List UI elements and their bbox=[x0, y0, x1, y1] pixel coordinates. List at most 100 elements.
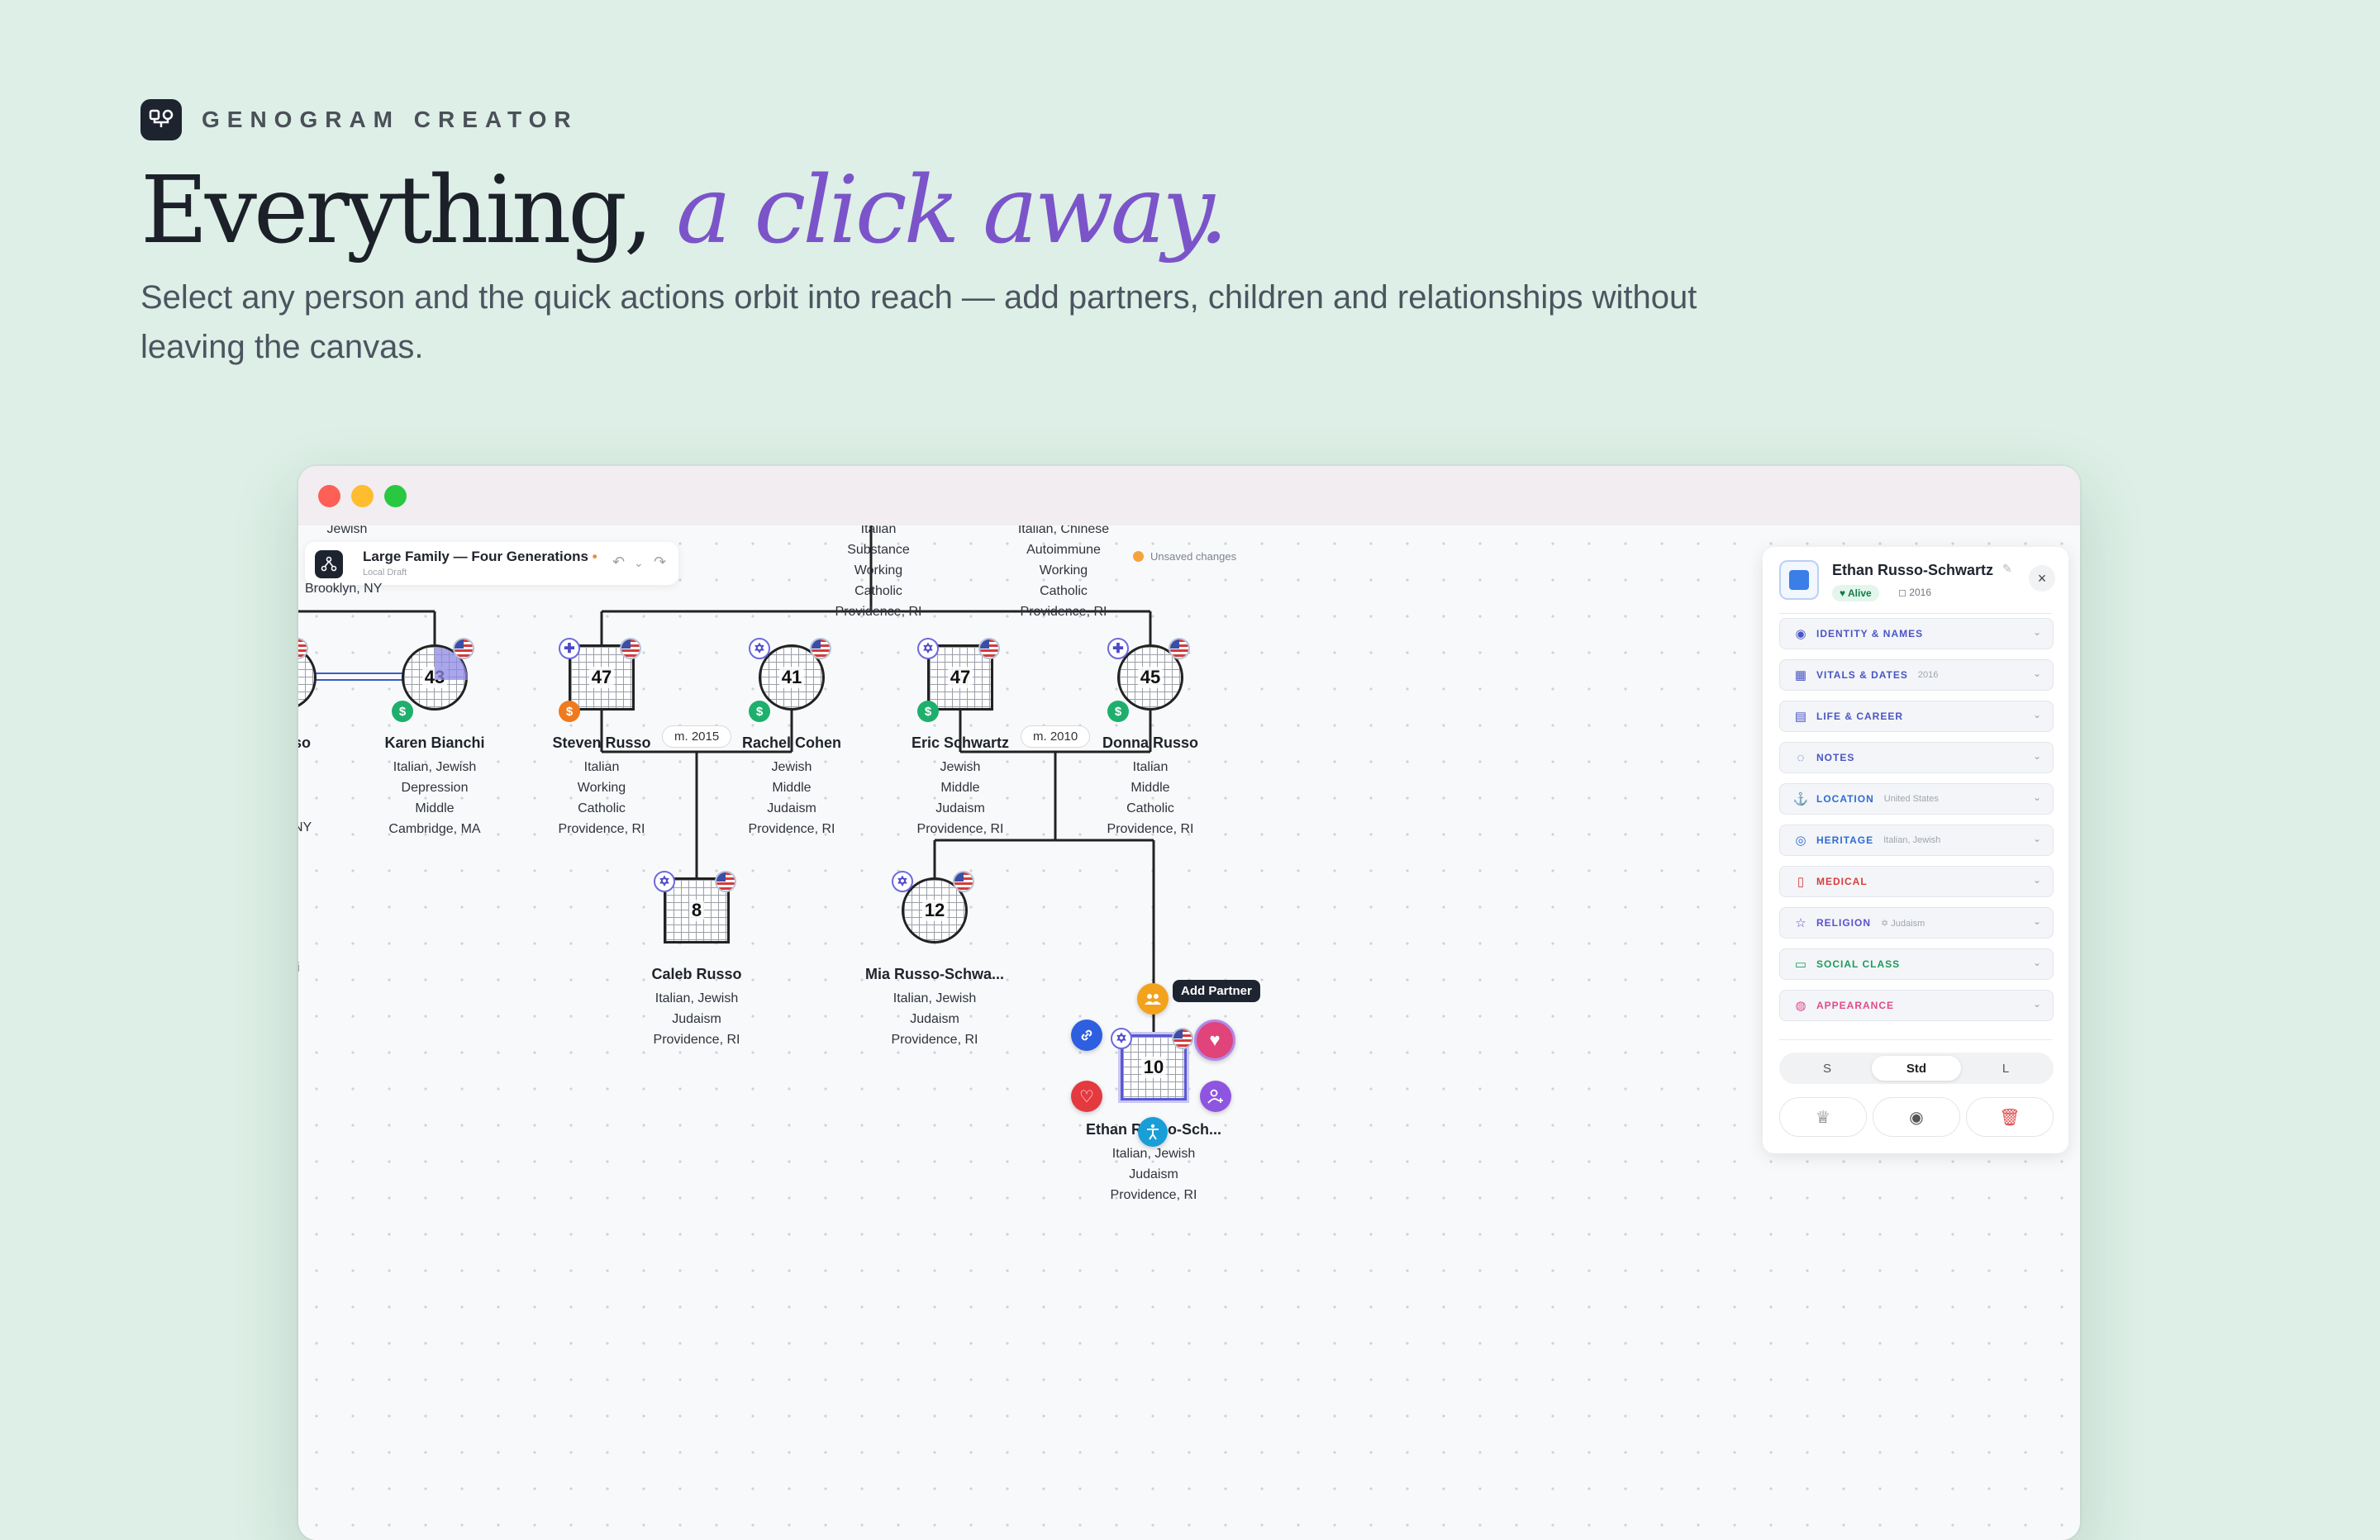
section-identity-names[interactable]: ◉ IDENTITY & NAMES ⌄ bbox=[1779, 618, 2054, 649]
divider bbox=[1779, 613, 2052, 614]
close-panel-button[interactable]: × bbox=[2029, 565, 2055, 592]
alive-status-badge: ♥ Alive bbox=[1832, 585, 1879, 601]
add-sibling-button[interactable] bbox=[1200, 1081, 1231, 1112]
age-label: 47 bbox=[947, 667, 973, 688]
age-label: 45 bbox=[1137, 667, 1164, 688]
cross-icon: ✚ bbox=[559, 638, 580, 659]
edit-pencil-icon[interactable]: ✎ bbox=[2002, 562, 2012, 576]
headline: Everything, a click away. bbox=[140, 157, 1228, 264]
wallet-icon: ▭ bbox=[1794, 958, 1807, 972]
star-of-david-icon: ✡ bbox=[654, 871, 675, 892]
section-medical[interactable]: ▯ MEDICAL ⌄ bbox=[1779, 866, 2054, 897]
genogram-canvas[interactable]: Large Family — Four Generations • Local … bbox=[298, 525, 2080, 1540]
accessibility-icon bbox=[1147, 1124, 1159, 1140]
section-life-career[interactable]: ▤ LIFE & CAREER ⌄ bbox=[1779, 701, 2054, 732]
star-of-david-icon: ✡ bbox=[749, 638, 770, 659]
chevron-down-icon: ⌄ bbox=[2032, 833, 2041, 844]
section-notes[interactable]: ◌ NOTES ⌄ bbox=[1779, 742, 2054, 773]
age-label: 41 bbox=[778, 667, 805, 688]
age-label: 10 bbox=[1140, 1057, 1167, 1078]
document-subtitle: Local Draft bbox=[363, 568, 407, 578]
add-partner-tooltip: Add Partner bbox=[1173, 980, 1260, 1002]
dollar-icon: $ bbox=[1107, 701, 1129, 722]
people-icon bbox=[1145, 994, 1161, 1005]
app-window: Large Family — Four Generations • Local … bbox=[298, 466, 2080, 1540]
partial-label: NY bbox=[298, 820, 312, 834]
chevron-down-icon: ⌄ bbox=[2032, 915, 2041, 927]
star-icon: ☆ bbox=[1795, 916, 1806, 930]
briefcase-icon: ▤ bbox=[1794, 710, 1807, 724]
app-logo-icon[interactable] bbox=[315, 550, 343, 578]
section-heritage[interactable]: ◎ HERITAGE Italian, Jewish ⌄ bbox=[1779, 825, 2054, 856]
redo-icon[interactable]: ↷ bbox=[654, 554, 666, 571]
section-vitals-dates[interactable]: ▦ VITALS & DATES 2016 ⌄ bbox=[1779, 659, 2054, 691]
add-children-button[interactable] bbox=[1137, 983, 1169, 1015]
history-menu-icon[interactable]: ⌄ bbox=[634, 556, 644, 570]
attribute-column: Italian, Chinese Autoimmune Working Catholi… bbox=[1017, 525, 1110, 619]
minimize-window-button[interactable] bbox=[351, 485, 374, 507]
chevron-down-icon: ⌄ bbox=[2032, 750, 2041, 762]
us-flag-icon bbox=[978, 638, 1000, 659]
anchor-icon: ⚓ bbox=[1792, 792, 1809, 806]
add-relationship-button[interactable] bbox=[1071, 1020, 1102, 1051]
dirty-marker: • bbox=[592, 549, 597, 564]
brand: GENOGRAM CREATOR bbox=[140, 99, 578, 140]
size-small-option[interactable]: S bbox=[1783, 1056, 1872, 1081]
window-titlebar bbox=[298, 466, 2080, 526]
star-of-david-icon: ✡ bbox=[1111, 1028, 1132, 1049]
crown-icon: ♕ bbox=[1816, 1108, 1830, 1127]
person-properties-panel: Ethan Russo-Schwartz ✎ ♥ Alive ◻ 2016 × … bbox=[1763, 547, 2068, 1153]
star-of-david-icon: ✡ bbox=[892, 871, 913, 892]
partial-name: so bbox=[298, 734, 312, 751]
clipboard-icon: ▯ bbox=[1797, 875, 1805, 889]
chevron-down-icon: ⌄ bbox=[2032, 668, 2041, 679]
size-standard-option[interactable]: Std bbox=[1872, 1056, 1961, 1081]
toggle-visibility-button[interactable]: ◉ bbox=[1873, 1097, 1960, 1137]
age-label: 12 bbox=[921, 900, 948, 921]
us-flag-icon bbox=[453, 638, 474, 659]
document-title[interactable]: Large Family — Four Generations • bbox=[363, 549, 597, 565]
us-flag-icon bbox=[953, 871, 974, 892]
us-flag-icon bbox=[810, 638, 831, 659]
add-parents-button[interactable] bbox=[1138, 1117, 1168, 1147]
size-large-option[interactable]: L bbox=[1961, 1056, 2050, 1081]
set-proband-button[interactable]: ♕ bbox=[1779, 1097, 1867, 1137]
section-appearance[interactable]: ◍ APPEARANCE ⌄ bbox=[1779, 990, 2054, 1021]
chevron-down-icon: ⌄ bbox=[2032, 709, 2041, 720]
partial-label: Brooklyn, NY bbox=[305, 582, 383, 596]
maximize-window-button[interactable] bbox=[384, 485, 407, 507]
brand-name: GENOGRAM CREATOR bbox=[202, 107, 578, 132]
globe-icon: ◎ bbox=[1795, 834, 1806, 848]
add-relationship-heart-button[interactable]: ♡ bbox=[1071, 1081, 1102, 1112]
identity-icon: ◉ bbox=[1795, 627, 1806, 641]
divider bbox=[1779, 1039, 2052, 1040]
partial-label: i bbox=[298, 958, 313, 978]
us-flag-icon bbox=[620, 638, 641, 659]
dollar-icon: $ bbox=[749, 701, 770, 722]
age-label: 8 bbox=[688, 900, 705, 921]
marriage-label[interactable]: m. 2010 bbox=[1021, 725, 1091, 748]
person-attributes: Italian, Jewish Judaism Providence, RI bbox=[1110, 1147, 1197, 1202]
headline-accent: a click away. bbox=[676, 157, 1228, 264]
link-icon bbox=[1081, 1029, 1092, 1041]
cross-icon: ✚ bbox=[1107, 638, 1129, 659]
section-religion[interactable]: ☆ RELIGION ✡ Judaism ⌄ bbox=[1779, 907, 2054, 939]
add-partner-button[interactable]: ♥ bbox=[1194, 1020, 1235, 1061]
heart-icon: ♥ bbox=[1209, 1029, 1221, 1050]
close-window-button[interactable] bbox=[318, 485, 340, 507]
chevron-down-icon: ⌄ bbox=[2032, 791, 2041, 803]
marriage-label[interactable]: m. 2015 bbox=[662, 725, 732, 748]
gender-square-icon[interactable] bbox=[1779, 560, 1819, 600]
section-location[interactable]: ⚓ LOCATION United States ⌄ bbox=[1779, 783, 2054, 815]
dollar-icon: $ bbox=[917, 701, 939, 722]
panel-person-name[interactable]: Ethan Russo-Schwartz bbox=[1832, 562, 1993, 579]
us-flag-icon bbox=[715, 871, 736, 892]
us-flag-icon bbox=[1169, 638, 1190, 659]
section-social-class[interactable]: ▭ SOCIAL CLASS ⌄ bbox=[1779, 948, 2054, 980]
undo-icon[interactable]: ↶ bbox=[612, 554, 625, 571]
person-attributes: Italian Working Catholic Providence, RI bbox=[558, 760, 645, 836]
headline-plain: Everything, bbox=[140, 157, 654, 264]
chevron-down-icon: ⌄ bbox=[2032, 626, 2041, 638]
delete-person-button[interactable]: 🗑 bbox=[1966, 1097, 2054, 1137]
dollar-icon: $ bbox=[559, 701, 580, 722]
